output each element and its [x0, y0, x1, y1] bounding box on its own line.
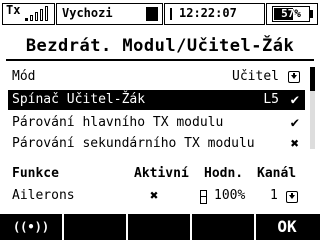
teacher-switch-value[interactable]: L5 — [263, 90, 279, 110]
model-box: Vychozi — [56, 3, 163, 25]
check-icon[interactable]: ✔ — [291, 113, 299, 133]
mode-label: Mód — [12, 69, 36, 84]
scrollbar-thumb[interactable] — [310, 67, 315, 91]
clock-icon — [170, 8, 172, 20]
battery-terminal-icon — [310, 10, 313, 18]
table-row-function: Ailerons — [12, 188, 75, 203]
battery-box: 57% — [266, 3, 318, 25]
status-bar: Tx Vychozi 12:22:07 57% — [0, 0, 320, 28]
table-row-value[interactable]: 100% — [214, 188, 245, 203]
check-icon[interactable]: ✔ — [291, 90, 299, 110]
softkey-2-button[interactable] — [64, 214, 126, 240]
tx-label: Tx — [6, 3, 21, 17]
wireless-softkey-button[interactable]: ((•)) — [0, 214, 62, 240]
title-divider — [6, 59, 314, 61]
pair-secondary-row[interactable]: Párování sekundárního TX modulu ✖ — [8, 134, 305, 154]
value-slider-icon — [200, 190, 207, 204]
teacher-switch-row[interactable]: Spínač Učitel-Žák L5 ✔ — [8, 90, 305, 110]
mode-value[interactable]: Učitel — [232, 67, 279, 87]
dropdown-arrow-icon[interactable] — [286, 191, 298, 203]
teacher-switch-label: Spínač Učitel-Žák — [12, 92, 146, 107]
page-title: Bezdrát. Modul/Učitel-Žák — [25, 36, 295, 56]
battery-icon: 57% — [272, 6, 310, 22]
model-name: Vychozi — [62, 6, 113, 20]
signal-indicator: Tx — [2, 3, 55, 25]
cross-icon[interactable]: ✖ — [150, 188, 158, 204]
scrollbar[interactable] — [310, 67, 315, 149]
column-header-function: Funkce — [12, 166, 59, 181]
column-header-value: Hodn. — [204, 166, 244, 181]
dropdown-arrow-icon[interactable] — [288, 71, 300, 83]
pair-main-row[interactable]: Párování hlavního TX modulu ✔ — [8, 113, 305, 133]
pair-secondary-label: Párování sekundárního TX modulu — [12, 136, 255, 151]
softkey-4-button[interactable] — [192, 214, 254, 240]
wireless-icon: ((•)) — [12, 220, 50, 234]
ok-button[interactable]: OK — [256, 214, 318, 240]
column-header-channel: Kanál — [257, 166, 297, 181]
cross-icon[interactable]: ✖ — [291, 134, 299, 154]
pair-main-label: Párování hlavního TX modulu — [12, 115, 224, 130]
table-row-channel[interactable]: 1 — [270, 188, 278, 203]
model-indicator-icon — [146, 7, 158, 21]
column-header-active: Aktivní — [134, 166, 189, 181]
battery-percent: 57% — [281, 7, 301, 20]
softkey-3-button[interactable] — [128, 214, 190, 240]
clock-time: 12:22:07 — [179, 6, 237, 20]
clock-box: 12:22:07 — [164, 3, 265, 25]
mode-row[interactable]: Mód Učitel — [8, 67, 305, 87]
softkey-bar: ((•)) OK — [0, 214, 320, 240]
